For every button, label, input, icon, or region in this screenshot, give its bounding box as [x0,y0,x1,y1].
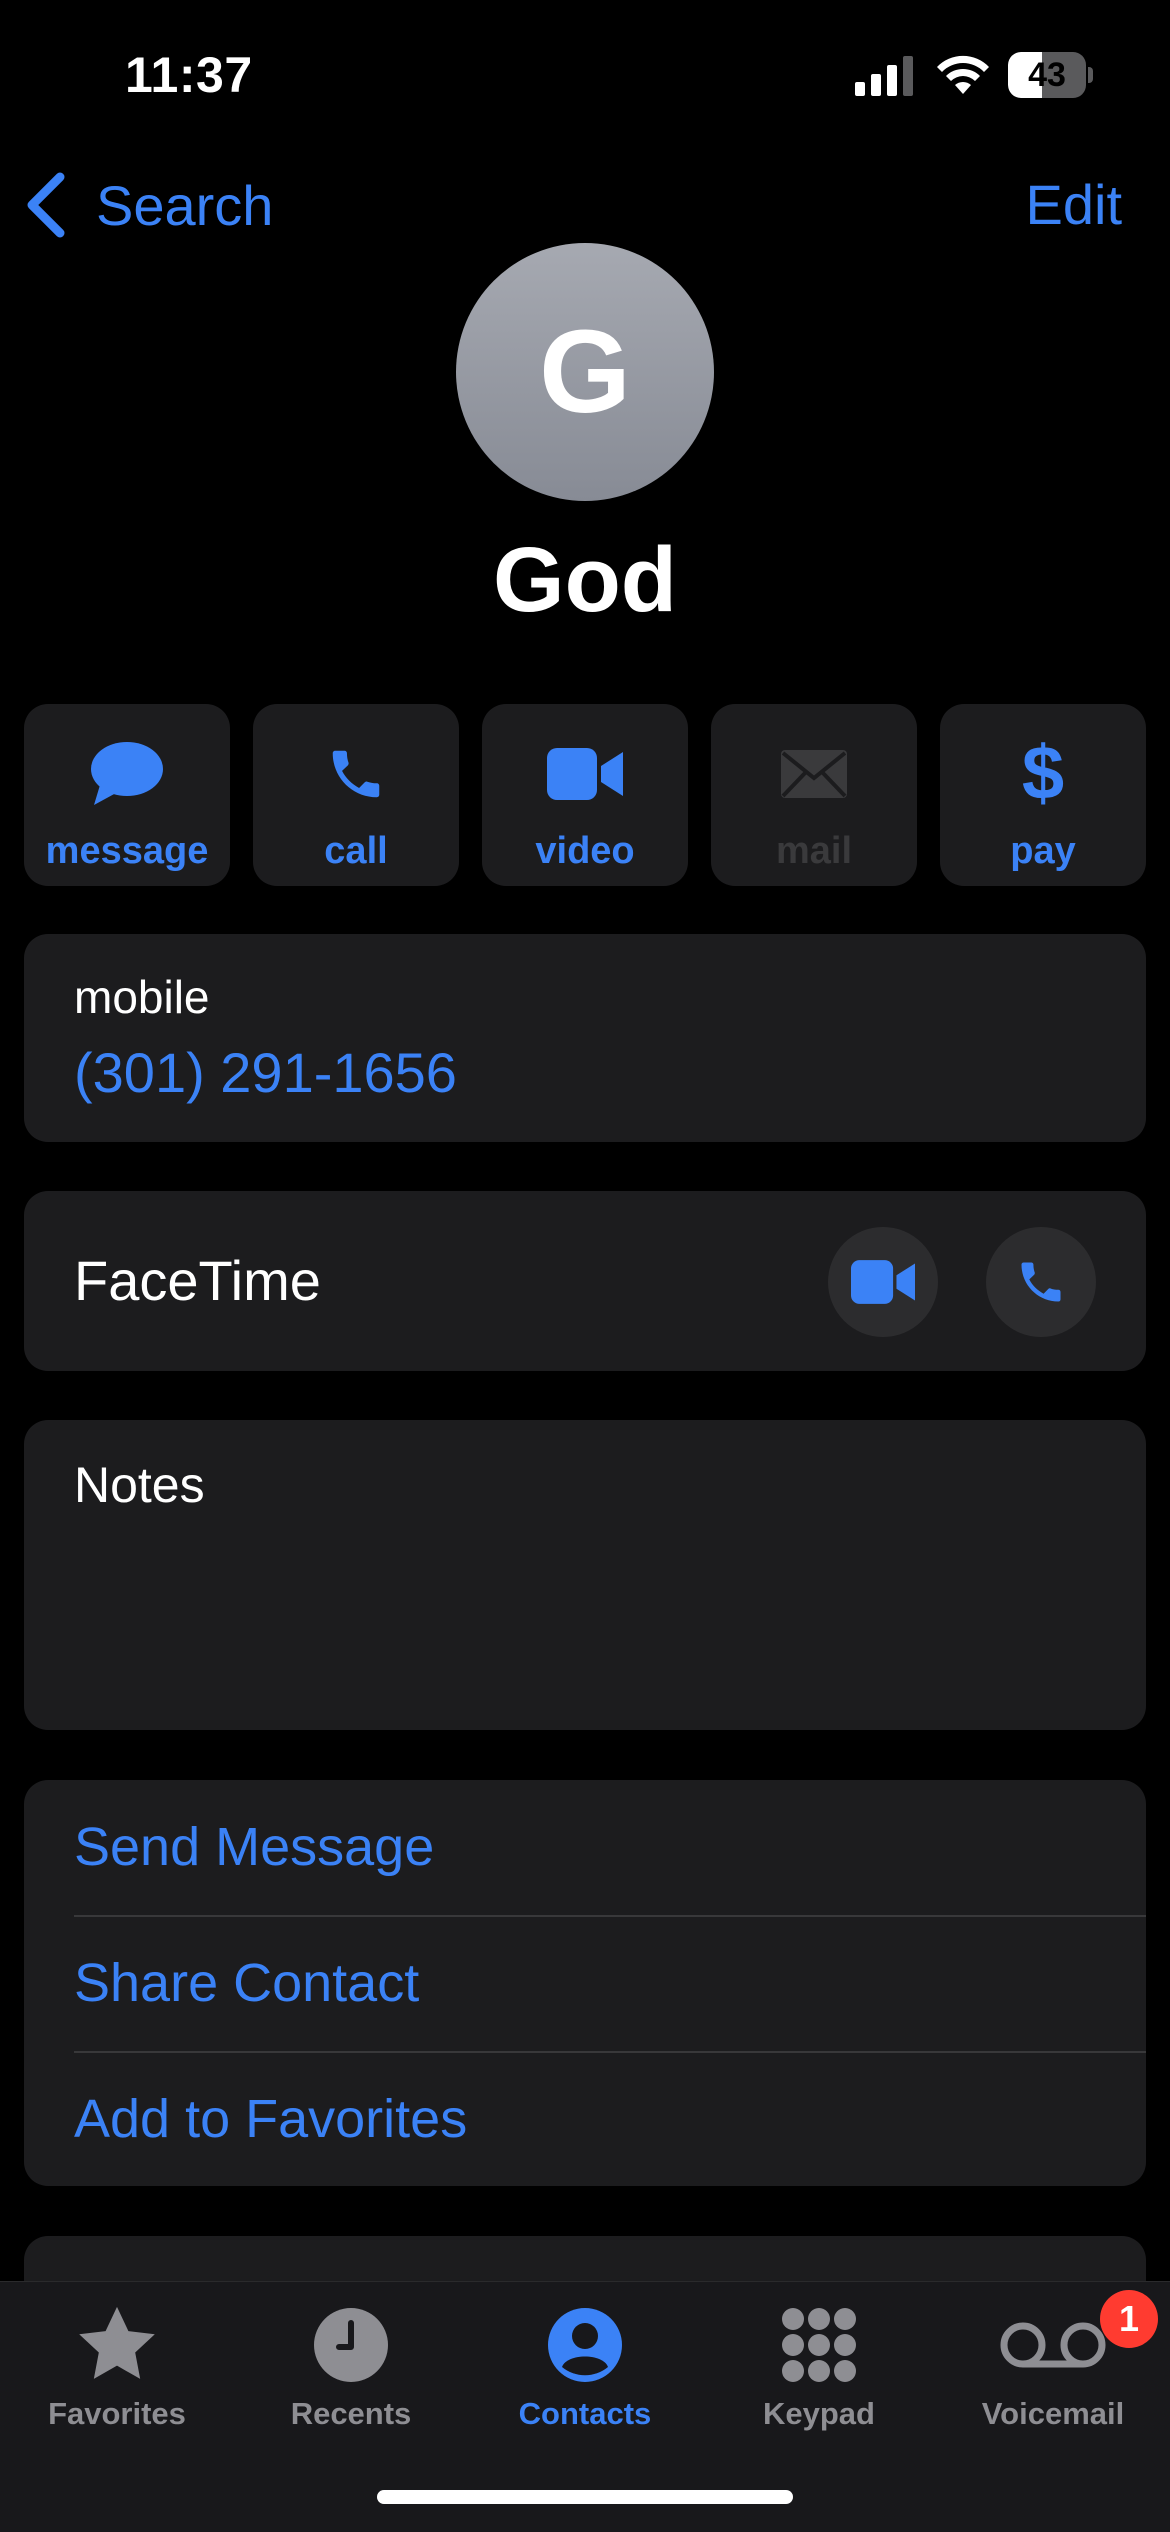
battery-percent: 43 [1028,56,1066,94]
phone-label: mobile [74,971,210,1023]
pay-button[interactable]: $ pay [940,704,1146,886]
star-icon [79,2306,155,2379]
battery-body: 43 [1008,52,1086,98]
cellular-signal-icon [855,56,913,96]
mail-button[interactable]: mail [711,704,917,886]
call-label: call [324,830,388,872]
tab-label: Favorites [48,2396,186,2431]
avatar: G [456,243,714,501]
contact-name: God [493,529,677,631]
facetime-video-button[interactable] [828,1227,938,1337]
phone-card[interactable]: mobile (301) 291-1656 [24,934,1146,1142]
phone-number[interactable]: (301) 291-1656 [74,1040,457,1105]
battery-indicator: 43 [1008,52,1093,98]
tab-label: Recents [290,2396,412,2431]
tab-label: Voicemail [981,2396,1125,2431]
battery-nub [1088,67,1093,83]
edit-button[interactable]: Edit [1026,172,1123,237]
phone-icon [1021,1262,1061,1302]
tab-contacts[interactable]: Contacts [468,2282,702,2442]
video-camera-icon [851,1260,915,1304]
voicemail-icon [1000,2322,1106,2368]
mail-label: mail [775,830,853,872]
video-button[interactable]: video [482,704,688,886]
person-circle-icon [548,2308,622,2382]
voicemail-badge: 1 [1100,2290,1158,2348]
notes-label: Notes [74,1457,205,1513]
dollar-icon: $ [1021,731,1065,816]
tab-label: Keypad [763,2396,875,2431]
share-contact-link[interactable]: Share Contact [74,1916,419,2051]
tab-recents[interactable]: Recents [234,2282,468,2442]
send-message-link[interactable]: Send Message [74,1780,434,1915]
add-to-favorites-link[interactable]: Add to Favorites [74,2052,467,2187]
home-indicator[interactable] [377,2490,793,2504]
tab-voicemail[interactable]: Voicemail 1 [936,2282,1170,2442]
actions-list-card: Send Message Share Contact Add to Favori… [24,1780,1146,2186]
tab-keypad[interactable]: Keypad [702,2282,936,2442]
keypad-icon [782,2308,856,2382]
call-button[interactable]: call [253,704,459,886]
pay-label: pay [1010,830,1076,872]
envelope-icon [781,750,847,798]
chevron-left-icon [27,172,65,238]
message-label: message [45,830,209,872]
message-bubble-icon [91,742,163,805]
facetime-label: FaceTime [74,1249,321,1312]
facetime-audio-button[interactable] [986,1227,1096,1337]
back-label: Search [96,173,274,237]
video-label: video [535,830,635,872]
video-camera-icon [547,748,623,800]
avatar-initial: G [539,306,631,438]
contact-detail-screen: 11:37 43 Search Edit G God message call … [0,0,1170,2532]
back-button[interactable]: Search [22,168,273,242]
tab-favorites[interactable]: Favorites [0,2282,234,2442]
facetime-card: FaceTime [24,1191,1146,1371]
notes-card[interactable]: Notes [24,1420,1146,1730]
tab-label: Contacts [518,2396,652,2431]
message-button[interactable]: message [24,704,230,886]
wifi-icon [937,55,989,94]
clock-icon [314,2308,388,2382]
status-time: 11:37 [125,47,253,103]
phone-icon [332,750,380,798]
